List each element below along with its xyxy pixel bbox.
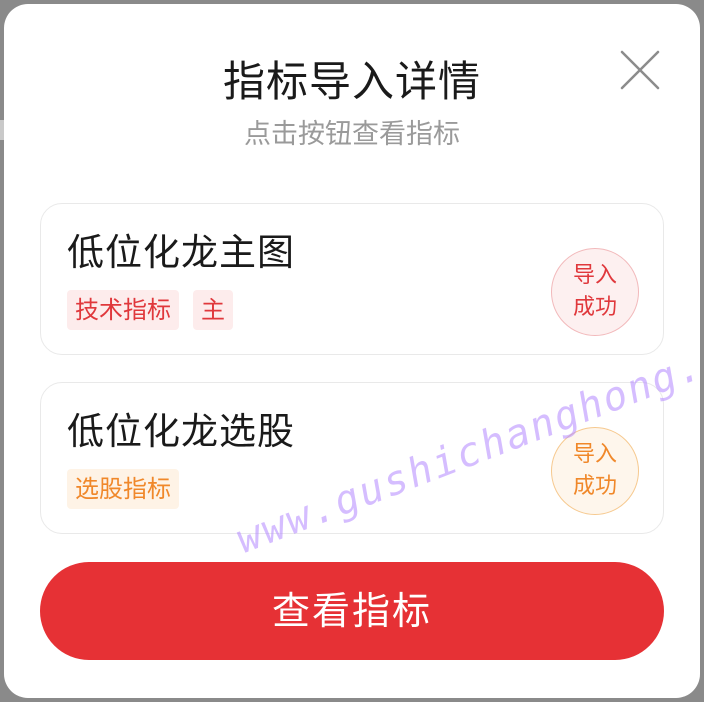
stamp-line-1: 导入 <box>572 442 617 467</box>
dialog-subtitle: 点击按钮查看指标 <box>244 119 460 150</box>
import-success-stamp: 导入 成功 <box>551 248 639 336</box>
close-button[interactable] <box>618 48 662 92</box>
close-icon <box>620 50 660 90</box>
indicator-name: 低位化龙选股 <box>67 410 295 453</box>
tag-technical-indicator: 技术指标 <box>67 290 179 330</box>
stamp-line-2: 成功 <box>572 474 617 499</box>
indicator-name: 低位化龙主图 <box>67 231 295 274</box>
tag-main: 主 <box>193 290 233 330</box>
stamp-line-2: 成功 <box>572 295 617 320</box>
stamp-line-1: 导入 <box>572 263 617 288</box>
indicator-card-main-chart[interactable]: 低位化龙主图 技术指标 主 导入 成功 <box>40 203 664 355</box>
import-details-dialog: 指标导入详情 点击按钮查看指标 低位化龙主图 技术指标 主 导入 成功 低位化龙… <box>4 4 700 698</box>
dialog-title: 指标导入详情 <box>222 57 481 106</box>
view-indicators-button[interactable]: 查看指标 <box>40 562 664 660</box>
indicator-tags: 技术指标 主 <box>67 290 233 330</box>
indicator-tags: 选股指标 <box>67 469 179 509</box>
tag-stock-picking-indicator: 选股指标 <box>67 469 179 509</box>
import-success-stamp: 导入 成功 <box>551 427 639 515</box>
indicator-card-stock-picker[interactable]: 低位化龙选股 选股指标 导入 成功 <box>40 382 664 534</box>
